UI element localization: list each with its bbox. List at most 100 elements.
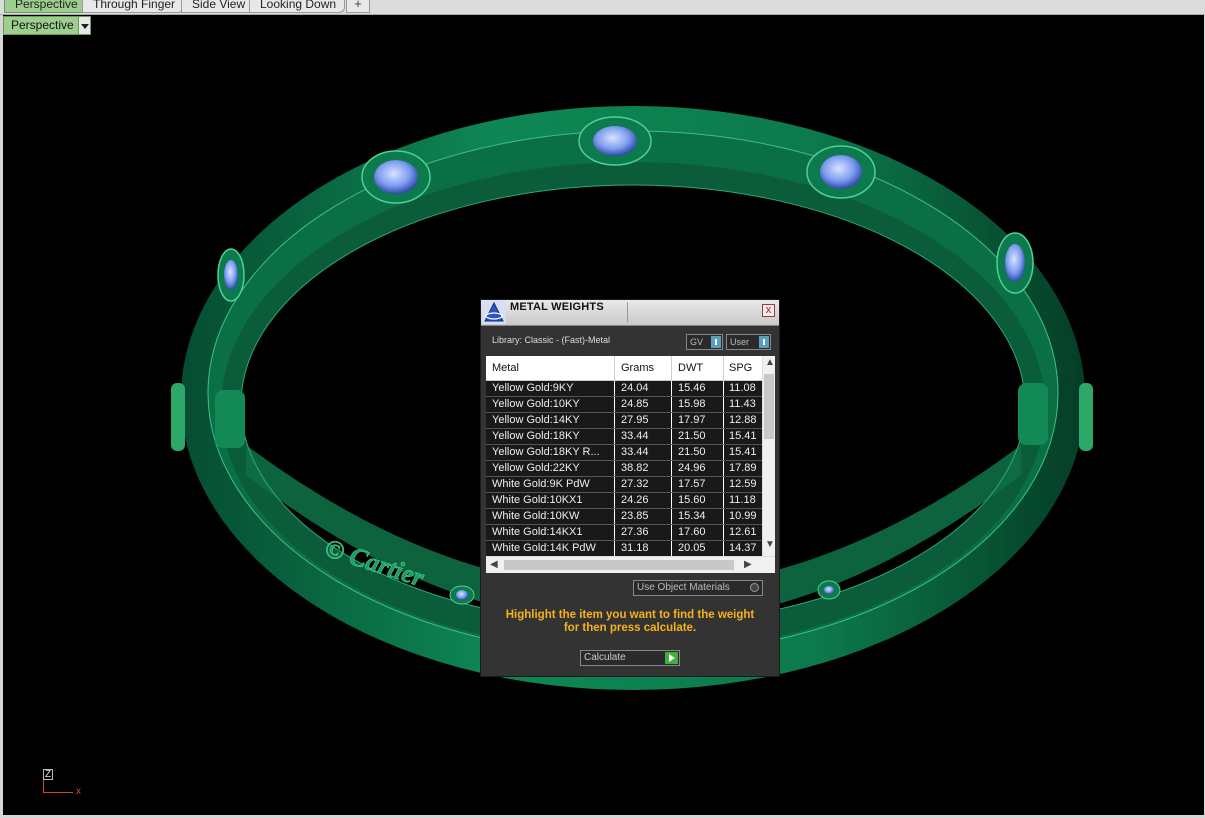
vertical-scrollbar[interactable]: ▲ ▼: [762, 356, 775, 556]
cell-spg: 12.88: [729, 414, 757, 426]
cell-dwt: 17.57: [678, 478, 706, 490]
close-button[interactable]: x: [762, 304, 775, 317]
cell-spg: 11.43: [729, 398, 756, 410]
radio-icon[interactable]: [750, 583, 759, 592]
chevron-down-icon[interactable]: [78, 17, 90, 34]
metal-list[interactable]: Metal Grams DWT SPG Yellow Gold:9KY 24.04…: [486, 356, 775, 573]
instruction-text: Highlight the item you want to find the …: [491, 609, 769, 635]
cell-grams: 24.04: [621, 382, 649, 394]
axis-z-line: [43, 779, 44, 793]
cell-dwt: 15.46: [678, 382, 706, 394]
calculate-label: Calculate: [584, 652, 626, 663]
table-row[interactable]: Yellow Gold:22KY 38.82 24.96 17.89: [486, 461, 763, 477]
tab-looking-down[interactable]: Looking Down: [249, 0, 346, 13]
cell-spg: 17.89: [729, 462, 757, 474]
use-object-materials-label: Use Object Materials: [637, 582, 730, 593]
table-row[interactable]: Yellow Gold:18KY R... 33.44 21.50 15.41: [486, 445, 763, 461]
cell-grams: 33.44: [621, 430, 649, 442]
axis-z-label: Z: [43, 769, 54, 780]
scroll-thumb[interactable]: [504, 560, 734, 570]
dialog-titlebar[interactable]: METAL WEIGHTS x: [481, 300, 779, 326]
info-icon: [759, 336, 769, 348]
scroll-left-icon[interactable]: ◀: [490, 559, 498, 570]
col-header-dwt[interactable]: DWT: [678, 356, 703, 380]
cell-metal: White Gold:14KX1: [492, 526, 583, 538]
table-row[interactable]: White Gold:14K PdW 31.18 20.05 14.37: [486, 541, 763, 557]
cell-metal: Yellow Gold:18KY R...: [492, 446, 600, 458]
table-row[interactable]: White Gold:9K PdW 27.32 17.57 12.59: [486, 477, 763, 493]
cell-metal: Yellow Gold:9KY: [492, 382, 574, 394]
use-object-materials-toggle[interactable]: Use Object Materials: [633, 580, 763, 596]
cell-grams: 23.85: [621, 510, 649, 522]
scroll-down-icon[interactable]: ▼: [765, 539, 775, 550]
cell-spg: 15.41: [729, 430, 757, 442]
cell-dwt: 20.05: [678, 542, 706, 554]
axis-x-line: [43, 792, 73, 793]
cell-dwt: 15.98: [678, 398, 706, 410]
cell-metal: Yellow Gold:22KY: [492, 462, 580, 474]
tab-through-finger[interactable]: Through Finger: [82, 0, 185, 13]
cell-dwt: 24.96: [678, 462, 706, 474]
cell-grams: 33.44: [621, 446, 649, 458]
cell-grams: 27.95: [621, 414, 649, 426]
cell-grams: 24.26: [621, 494, 649, 506]
cell-spg: 14.37: [729, 542, 757, 554]
cell-metal: White Gold:10KW: [492, 510, 580, 522]
cell-spg: 12.61: [729, 526, 757, 538]
cell-metal: Yellow Gold:14KY: [492, 414, 580, 426]
tab-side-view[interactable]: Side View: [181, 0, 255, 13]
gv-toggle[interactable]: GV: [686, 334, 723, 350]
tab-perspective[interactable]: Perspective: [4, 0, 87, 13]
col-header-spg[interactable]: SPG: [729, 356, 752, 380]
cell-spg: 10.99: [729, 510, 757, 522]
titlebar-divider: [627, 302, 628, 322]
scroll-up-icon[interactable]: ▲: [765, 357, 775, 368]
cell-grams: 27.36: [621, 526, 649, 538]
add-tab-icon[interactable]: +: [346, 0, 370, 13]
info-icon: [711, 336, 721, 348]
cell-spg: 11.18: [729, 494, 756, 506]
list-rows: Yellow Gold:9KY 24.04 15.46 11.08 Yellow Go…: [486, 381, 763, 557]
table-row[interactable]: Yellow Gold:9KY 24.04 15.46 11.08: [486, 381, 763, 397]
scroll-right-icon[interactable]: ▶: [744, 559, 752, 570]
cell-dwt: 15.34: [678, 510, 706, 522]
library-label: Library: Classic - (Fast)-Metal: [492, 335, 611, 345]
matrix-logo-icon: [482, 300, 506, 324]
cell-dwt: 17.60: [678, 526, 706, 538]
table-row[interactable]: Yellow Gold:10KY 24.85 15.98 11.43: [486, 397, 763, 413]
cell-grams: 24.85: [621, 398, 649, 410]
table-row[interactable]: Yellow Gold:14KY 27.95 17.97 12.88: [486, 413, 763, 429]
dialog-title: METAL WEIGHTS: [510, 301, 604, 313]
col-header-metal[interactable]: Metal: [492, 356, 519, 380]
cell-spg: 15.41: [729, 446, 757, 458]
instruction-line-1: Highlight the item you want to find the …: [505, 609, 755, 621]
cell-metal: Yellow Gold:10KY: [492, 398, 580, 410]
scroll-thumb[interactable]: [764, 374, 774, 439]
calculate-button[interactable]: Calculate: [580, 650, 680, 666]
metal-weights-dialog: METAL WEIGHTS x Library: Classic - (Fast…: [480, 299, 780, 677]
cell-dwt: 15.60: [678, 494, 706, 506]
cell-grams: 31.18: [621, 542, 649, 554]
cell-dwt: 21.50: [678, 430, 706, 442]
table-row[interactable]: White Gold:10KX1 24.26 15.60 11.18: [486, 493, 763, 509]
viewport-label-text: Perspective: [11, 18, 74, 32]
cell-grams: 38.82: [621, 462, 649, 474]
view-tab-strip: Perspective Through Finger Side View Loo…: [0, 0, 1205, 15]
user-toggle[interactable]: User: [726, 334, 771, 350]
axis-x-label: x: [76, 786, 81, 797]
table-row[interactable]: White Gold:14KX1 27.36 17.60 12.61: [486, 525, 763, 541]
viewport-label[interactable]: Perspective: [3, 16, 91, 35]
cell-metal: White Gold:10KX1: [492, 494, 583, 506]
cell-metal: Yellow Gold:18KY: [492, 430, 580, 442]
col-header-grams[interactable]: Grams: [621, 356, 654, 380]
gv-toggle-label: GV: [690, 337, 704, 347]
cell-metal: White Gold:9K PdW: [492, 478, 590, 490]
table-row[interactable]: White Gold:10KW 23.85 15.34 10.99: [486, 509, 763, 525]
horizontal-scrollbar[interactable]: ◀ ▶: [486, 556, 775, 573]
cell-dwt: 17.97: [678, 414, 706, 426]
play-arrow-icon: [665, 652, 678, 664]
instruction-line-2: for then press calculate.: [563, 622, 697, 634]
cell-dwt: 21.50: [678, 446, 706, 458]
cell-metal: White Gold:14K PdW: [492, 542, 596, 554]
table-row[interactable]: Yellow Gold:18KY 33.44 21.50 15.41: [486, 429, 763, 445]
